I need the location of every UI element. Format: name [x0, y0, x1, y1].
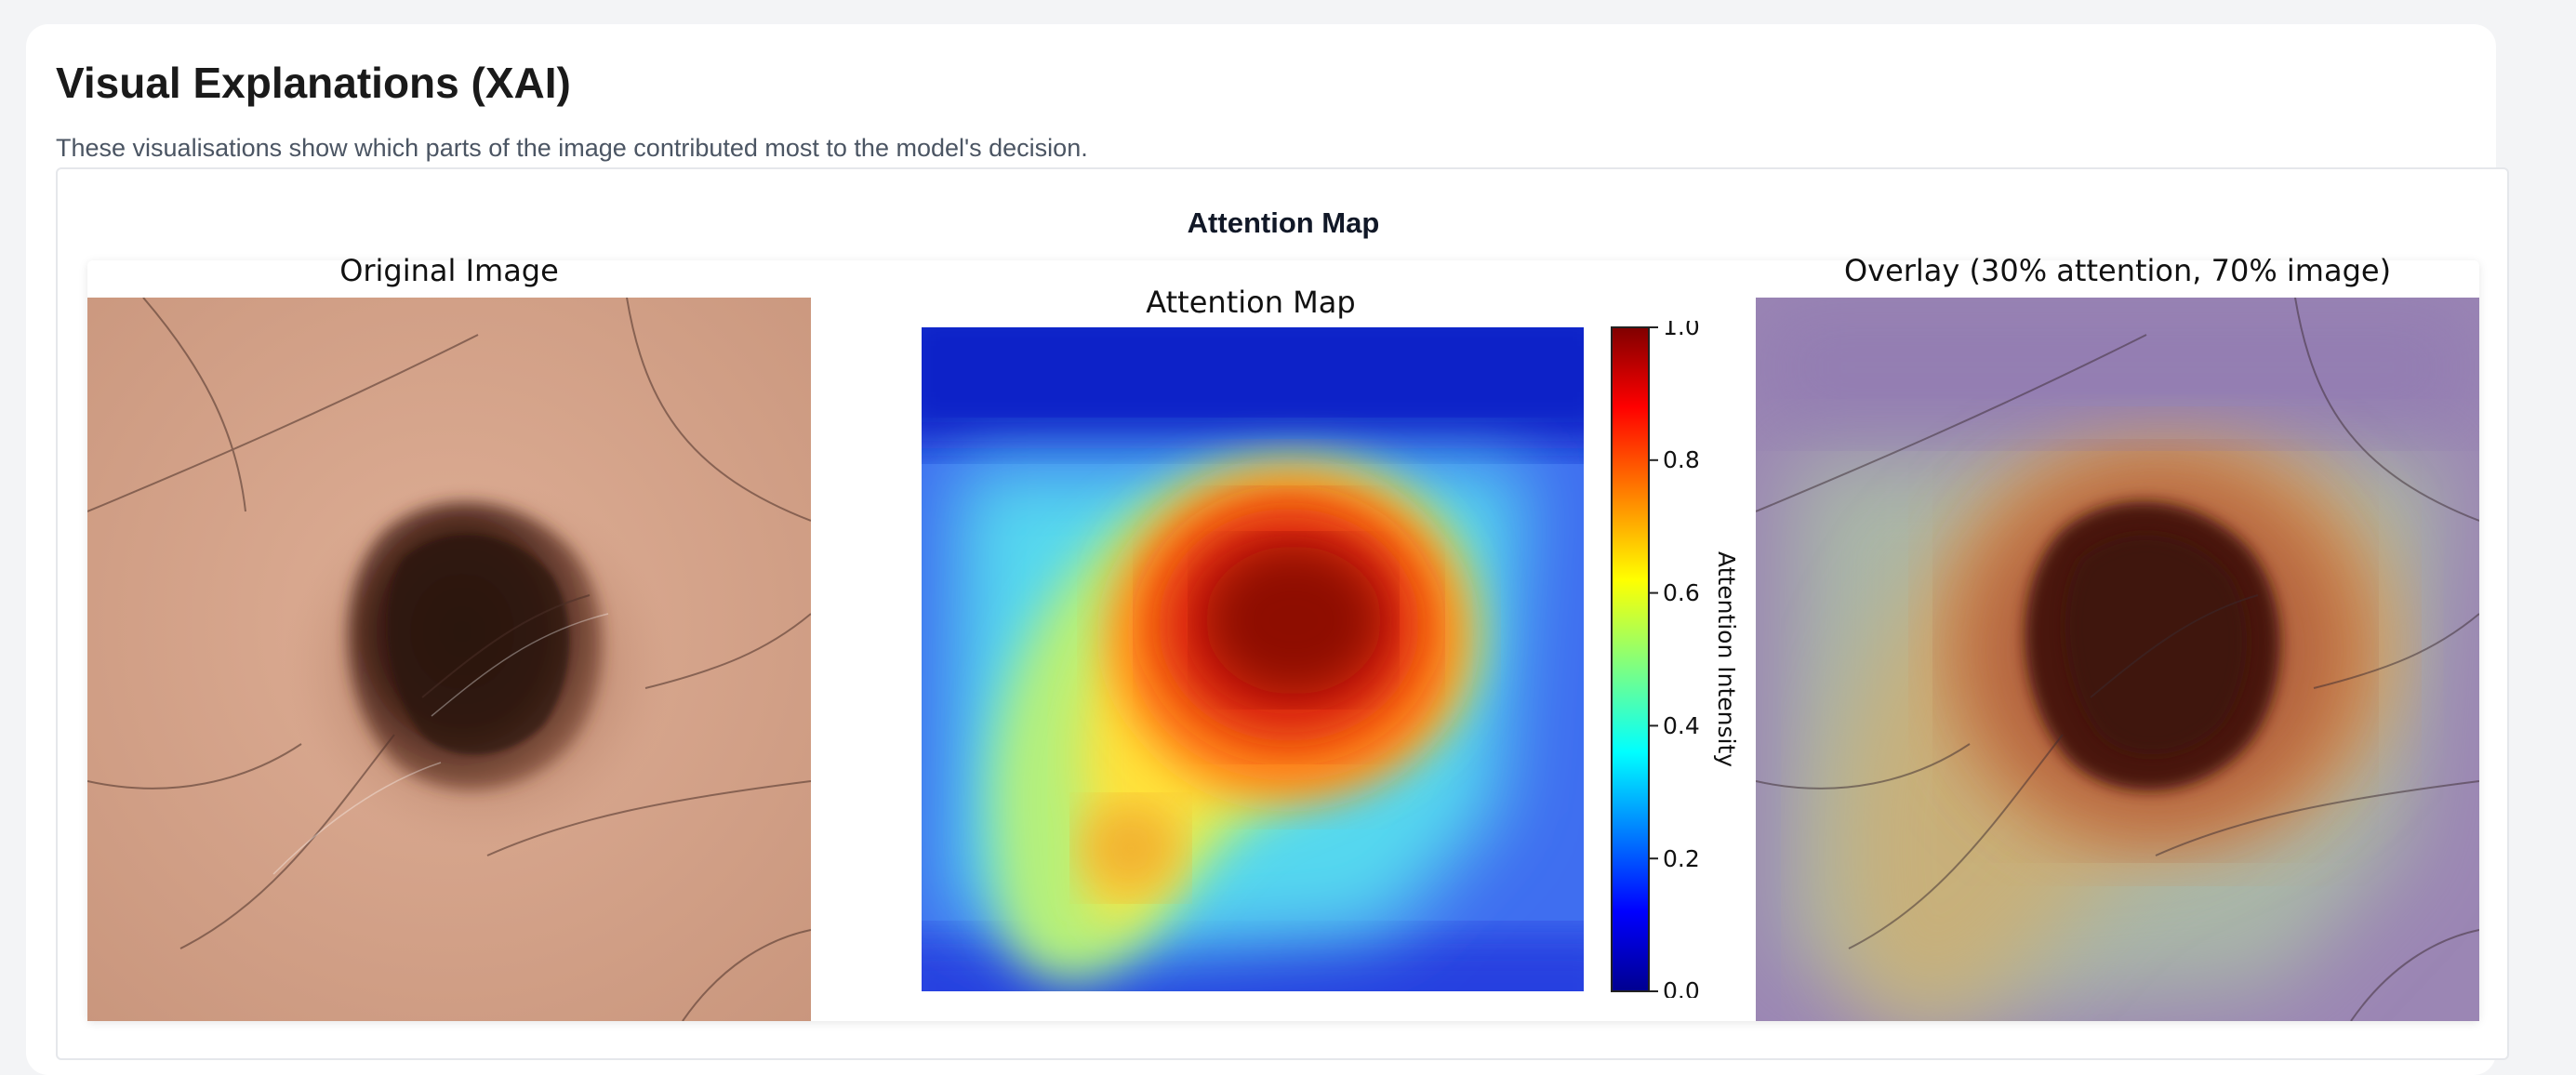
original-image	[87, 298, 811, 1021]
colorbar: 1.0 0.8 0.6 0.4 0.2 0.0 Attention Intens…	[1611, 321, 1739, 998]
attention-heatmap	[922, 327, 1584, 991]
colorbar-tick-0.8: 0.8	[1663, 446, 1700, 473]
overlay-label: Overlay (30% attention, 70% image)	[1843, 253, 2392, 288]
panel-title: Attention Map	[1187, 206, 1380, 239]
page-title: Visual Explanations (XAI)	[56, 59, 571, 107]
colorbar-tick-0.6: 0.6	[1663, 579, 1700, 606]
colorbar-tick-0.0: 0.0	[1663, 977, 1700, 998]
attention-map-label: Attention Map	[1146, 285, 1356, 320]
colorbar-tick-0.4: 0.4	[1663, 712, 1700, 739]
colorbar-tick-1.0: 1.0	[1663, 321, 1700, 340]
colorbar-tick-0.2: 0.2	[1663, 845, 1700, 872]
original-image-label: Original Image	[339, 253, 559, 288]
overlay-image	[1756, 298, 2479, 1021]
colorbar-label: Attention Intensity	[1713, 551, 1739, 767]
page-description: These visualisations show which parts of…	[56, 134, 1088, 162]
